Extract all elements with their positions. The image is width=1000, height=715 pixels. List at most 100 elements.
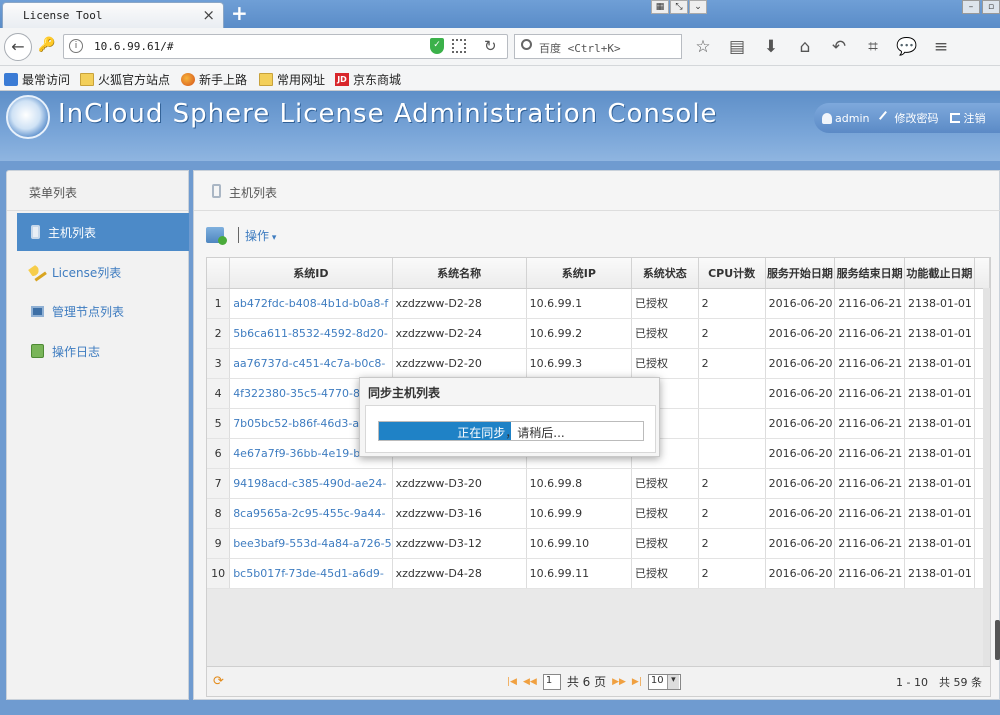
change-password-link[interactable]: 修改密码 (879, 110, 939, 126)
table-cell: 已授权 (631, 558, 699, 589)
table-cell: 10.6.99.2 (526, 318, 633, 349)
next-page-icon[interactable]: ▶▶ (612, 677, 626, 687)
sidebar-heading: 菜单列表 (7, 171, 188, 211)
row-number: 5 (207, 408, 231, 439)
scrollbar[interactable] (983, 288, 990, 666)
tab-list-icon[interactable]: ⌄ (689, 0, 707, 14)
search-icon (521, 39, 532, 50)
table-cell: 2116-06-21 (834, 408, 905, 439)
qr-code-icon[interactable] (452, 39, 466, 53)
table-cell: 已授权 (631, 288, 699, 319)
table-row[interactable]: 3 aa76737d-c451-4c7a-b0c8- xzdzzww-D2-20 10… (207, 348, 990, 379)
tab-shrink-icon[interactable]: ⤡ (670, 0, 688, 14)
restore-icon[interactable]: ▫ (982, 0, 1000, 14)
bookmark-label: 常用网址 (277, 73, 326, 87)
home-icon[interactable]: ⌂ (794, 37, 816, 57)
toolbar-divider (238, 227, 239, 243)
progress-text: 正在同步，请稍后... (379, 424, 643, 441)
back-icon[interactable]: ← (4, 33, 32, 61)
bookmark-getting-started[interactable]: 新手上路 (181, 71, 247, 88)
table-row[interactable]: 7 94198acd-c385-490d-ae24- xzdzzww-D3-20 10… (207, 468, 990, 499)
crop-icon[interactable]: ⌗ (862, 37, 884, 57)
column-header[interactable]: 系统ID (229, 258, 393, 289)
logout-link[interactable]: 注销 (950, 110, 985, 126)
user-link[interactable]: admin (822, 112, 869, 125)
column-header[interactable]: 服务结束日期 (834, 258, 905, 289)
menu-icon[interactable]: ≡ (930, 37, 952, 57)
prev-page-icon[interactable]: ◀◀ (523, 677, 537, 687)
page-scrollbar[interactable] (995, 620, 1000, 660)
table-cell: 2116-06-21 (834, 558, 905, 589)
column-header[interactable]: 系统名称 (392, 258, 527, 289)
sidebar-item-mgmt-nodes[interactable]: 管理节点列表 (17, 292, 189, 330)
bookmark-jd[interactable]: JD 京东商城 (335, 71, 401, 88)
sidebar-item-logs[interactable]: 操作日志 (17, 332, 189, 370)
operation-dropdown[interactable]: 操作 (245, 227, 276, 244)
column-header[interactable]: 系统状态 (631, 258, 699, 289)
row-number: 7 (207, 468, 231, 499)
system-id-link[interactable]: ab472fdc-b408-4b1d-b0a8-f (229, 288, 393, 319)
url-text: 10.6.99.61/# (94, 40, 174, 53)
pencil-icon (879, 110, 894, 126)
system-id-link[interactable]: 8ca9565a-2c95-455c-9a44- (229, 498, 393, 529)
sidebar-item-hosts[interactable]: 主机列表 (17, 213, 189, 251)
key-icon[interactable]: 🔑 (38, 37, 55, 53)
system-id-link[interactable]: bee3baf9-553d-4a84-a726-5 (229, 528, 393, 559)
system-id-link[interactable]: aa76737d-c451-4c7a-b0c8- (229, 348, 393, 379)
table-cell: xzdzzww-D3-12 (392, 528, 527, 559)
table-row[interactable]: 9 bee3baf9-553d-4a84-a726-5 xzdzzww-D3-12 1… (207, 528, 990, 559)
tab-grid-icon[interactable]: ▦ (651, 0, 669, 14)
chat-icon[interactable]: 💬 (896, 37, 918, 57)
page-size-select[interactable]: 10 (647, 673, 681, 690)
key-icon (28, 262, 47, 282)
table-row[interactable]: 10 bc5b017f-73de-45d1-a6d9- xzdzzww-D4-28 1… (207, 558, 990, 589)
username: admin (835, 111, 870, 125)
bookmark-label: 最常访问 (22, 73, 71, 87)
star-icon[interactable]: ☆ (692, 37, 714, 57)
close-icon[interactable]: × (202, 6, 215, 24)
system-id-link[interactable]: 5b6ca611-8532-4592-8d20- (229, 318, 393, 349)
table-cell: 2 (698, 528, 766, 559)
first-page-icon[interactable]: |◀ (507, 677, 517, 687)
browser-tab[interactable]: License Tool × (2, 2, 224, 28)
table-cell: 2 (698, 318, 766, 349)
column-header[interactable]: 功能截止日期 (904, 258, 975, 289)
system-id-link[interactable]: 94198acd-c385-490d-ae24- (229, 468, 393, 499)
row-number: 1 (207, 288, 231, 319)
host-icon (212, 184, 221, 198)
table-cell: 2138-01-01 (904, 558, 975, 589)
search-input[interactable]: 百度 <Ctrl+K> (514, 34, 682, 59)
table-row[interactable]: 8 8ca9565a-2c95-455c-9a44- xzdzzww-D3-16 10… (207, 498, 990, 529)
system-id-link[interactable]: bc5b017f-73de-45d1-a6d9- (229, 558, 393, 589)
table-cell: 2 (698, 348, 766, 379)
column-header[interactable]: CPU计数 (698, 258, 766, 289)
table-cell: 2138-01-01 (904, 348, 975, 379)
table-cell: 2016-06-20 (765, 408, 836, 439)
sidebar-item-licenses[interactable]: License列表 (17, 253, 189, 291)
column-header[interactable]: 服务开始日期 (765, 258, 836, 289)
page-input[interactable]: 1 (542, 673, 561, 690)
sync-hosts-icon[interactable] (206, 227, 227, 245)
shield-icon[interactable]: ✓ (430, 38, 444, 54)
row-number: 8 (207, 498, 231, 529)
reload-icon[interactable]: ↻ (484, 37, 497, 55)
table-cell: 2016-06-20 (765, 528, 836, 559)
reader-icon[interactable]: ▤ (726, 37, 748, 57)
change-password-label: 修改密码 (894, 112, 939, 125)
column-header[interactable]: 系统IP (526, 258, 633, 289)
logout-icon (950, 113, 961, 123)
new-tab-icon[interactable]: + (231, 2, 248, 24)
address-bar[interactable]: i 10.6.99.61/# ✓ ↻ (63, 34, 508, 59)
last-page-icon[interactable]: ▶| (632, 677, 642, 687)
undo-icon[interactable]: ↶ (828, 37, 850, 57)
bookmark-firefox-site[interactable]: 火狐官方站点 (80, 71, 170, 88)
minimize-icon[interactable]: – (962, 0, 980, 14)
bookmark-common-sites[interactable]: 常用网址 (259, 71, 325, 88)
refresh-icon[interactable]: ⟳ (213, 674, 224, 689)
download-icon[interactable]: ⬇ (760, 37, 782, 57)
table-row[interactable]: 2 5b6ca611-8532-4592-8d20- xzdzzww-D2-24 10… (207, 318, 990, 349)
table-row[interactable]: 1 ab472fdc-b408-4b1d-b0a8-f xzdzzww-D2-28 1… (207, 288, 990, 319)
table-cell: xzdzzww-D3-16 (392, 498, 527, 529)
info-icon[interactable]: i (69, 39, 83, 53)
bookmark-most-visited[interactable]: 最常访问 (4, 71, 70, 88)
